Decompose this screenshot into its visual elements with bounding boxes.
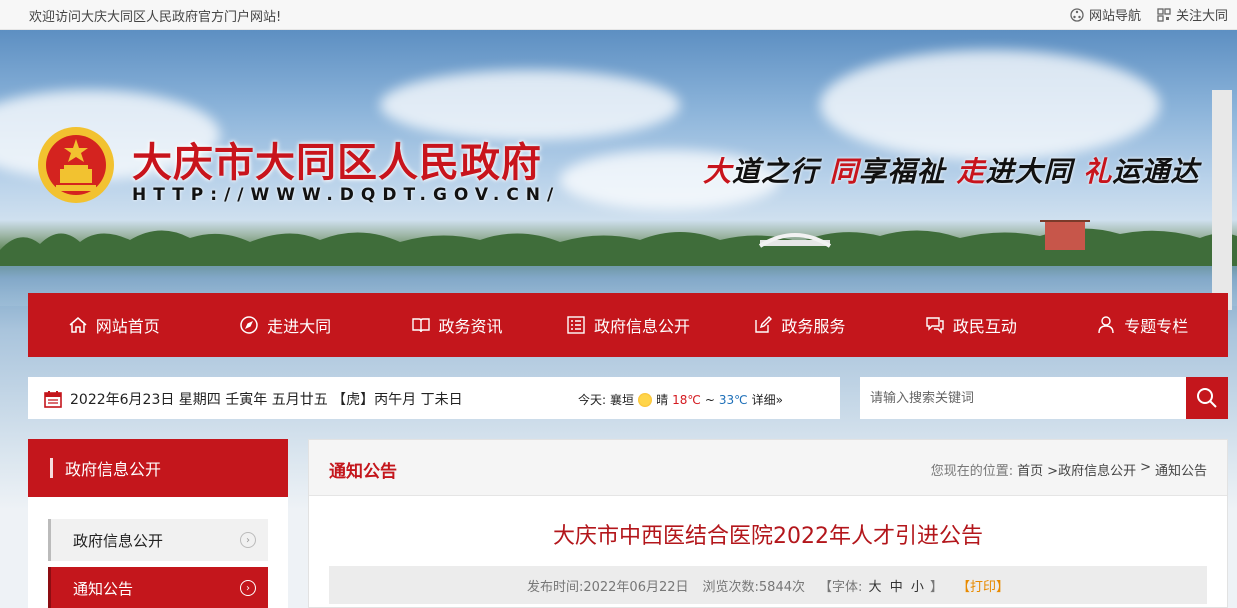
main-nav: 网站首页 走进大同 政务资讯 政府信息公开 政务服务 政民互动 专题专栏: [28, 293, 1228, 357]
font-size-medium[interactable]: 中: [890, 580, 903, 595]
sidebar: 政府信息公开 政府信息公开 › 通知公告 ›: [28, 439, 288, 608]
nav-services[interactable]: 政务服务: [714, 293, 885, 357]
search-input[interactable]: [860, 377, 1186, 419]
nav-news-label: 政务资讯: [438, 317, 503, 336]
date-weather-bar: 2022年6月23日 星期四 壬寅年 五月廿五 【虎】丙午月 丁未日 今天: 襄…: [28, 377, 840, 419]
site-url: HTTP://WWW.DQDT.GOV.CN/: [132, 185, 561, 205]
weather-label: 今天:: [578, 393, 607, 407]
national-emblem-icon: [38, 127, 114, 203]
font-size-small[interactable]: 小: [911, 580, 924, 595]
sunny-icon: [638, 392, 653, 407]
date-display: 2022年6月23日 星期四 壬寅年 五月廿五 【虎】丙午月 丁未日: [44, 389, 463, 409]
breadcrumb-notices[interactable]: 通知公告: [1155, 460, 1207, 479]
breadcrumb-home[interactable]: 首页: [1017, 460, 1043, 479]
print-button[interactable]: 【打印】: [957, 576, 1009, 595]
qrcode-icon: [1157, 7, 1171, 22]
nav-news[interactable]: 政务资讯: [371, 293, 542, 357]
publish-info: 发布时间:2022年06月22日: [527, 576, 689, 595]
chat-icon: [926, 317, 944, 334]
home-icon: [69, 317, 87, 333]
site-nav-label: 网站导航: [1088, 9, 1141, 24]
breadcrumb-info-disclosure[interactable]: >政府信息公开: [1047, 460, 1136, 479]
sidebar-item-label: 通知公告: [73, 579, 134, 598]
compass-icon: [240, 316, 258, 334]
breadcrumb-separator: >: [1140, 460, 1151, 475]
treeline-scenery: [0, 220, 1237, 268]
content-header: 通知公告 您现在的位置: 首页 >政府信息公开 > 通知公告: [309, 440, 1227, 496]
publish-label: 发布时间:: [526, 579, 584, 595]
views-label: 浏览次数:: [702, 579, 759, 595]
welcome-text: 欢迎访问大庆大同区人民政府官方门户网站!: [29, 10, 282, 25]
font-label-close: 】: [930, 579, 944, 595]
breadcrumb: 您现在的位置: 首页 >政府信息公开 > 通知公告: [931, 460, 1207, 479]
chevron-right-icon: ›: [240, 532, 256, 548]
nav-services-label: 政务服务: [781, 317, 846, 336]
search-icon: [1197, 388, 1217, 408]
edit-icon: [755, 316, 773, 333]
slogan-rest: 道之行: [732, 155, 820, 188]
article-meta: 发布时间:2022年06月22日 浏览次数:5844次 【字体: 大 中 小 】…: [329, 566, 1207, 604]
nav-topics[interactable]: 专题专栏: [1057, 293, 1228, 357]
nav-interaction-label: 政民互动: [952, 317, 1017, 336]
book-icon: [411, 318, 430, 333]
font-label-open: 【字体:: [819, 579, 863, 595]
publish-date: 2022年06月22日: [583, 579, 689, 595]
temp-high: 33℃: [718, 392, 748, 407]
tower-scenery: [1212, 90, 1232, 310]
site-title: 大庆市大同区人民政府: [132, 140, 542, 186]
sidebar-item-notices[interactable]: 通知公告 ›: [48, 567, 268, 608]
top-links: 网站导航 关注大同: [1070, 5, 1228, 24]
search-box: [860, 377, 1228, 419]
search-button[interactable]: [1186, 377, 1228, 419]
font-size-control: 【字体: 大 中 小 】: [819, 576, 943, 595]
sidebar-header: 政府信息公开: [28, 439, 288, 497]
weather-condition: 晴: [656, 393, 669, 407]
sidebar-item-info-disclosure[interactable]: 政府信息公开 ›: [48, 519, 268, 561]
slogan-rest: 运通达: [1112, 155, 1200, 188]
chevron-right-icon: ›: [240, 580, 256, 596]
slogan-lead: 同: [829, 155, 859, 188]
calendar-icon: [44, 391, 62, 408]
nav-info-label: 政府信息公开: [593, 317, 690, 336]
weather-widget: 今天: 襄垣 晴 18℃ ~33℃ 详细»: [578, 391, 783, 408]
views-info: 浏览次数:5844次: [703, 576, 805, 595]
sidebar-item-label: 政府信息公开: [73, 531, 164, 550]
slogan-rest: 进大同: [985, 155, 1073, 188]
section-title: 通知公告: [329, 462, 397, 482]
views-count: 5844次: [758, 579, 805, 595]
nav-home[interactable]: 网站首页: [28, 293, 199, 357]
temp-low: 18℃: [672, 392, 701, 407]
weather-city: 襄垣: [610, 393, 635, 407]
weather-detail-link[interactable]: 详细»: [752, 391, 783, 408]
user-icon: [1098, 316, 1114, 334]
header-accent-bar: [50, 458, 53, 478]
nav-topics-label: 专题专栏: [1124, 317, 1189, 336]
article-title: 大庆市中西医结合医院2022年人才引进公告: [553, 524, 983, 549]
nav-about-label: 走进大同: [267, 317, 332, 336]
cloud-decoration: [820, 50, 1160, 160]
font-size-large[interactable]: 大: [869, 580, 882, 595]
breadcrumb-label: 您现在的位置:: [930, 464, 1014, 479]
sitemap-icon: [1070, 7, 1084, 22]
top-bar: 欢迎访问大庆大同区人民政府官方门户网站! 网站导航 关注大同: [0, 0, 1237, 30]
list-icon: [567, 316, 585, 334]
nav-about[interactable]: 走进大同: [199, 293, 370, 357]
main-content: 通知公告 您现在的位置: 首页 >政府信息公开 > 通知公告 大庆市中西医结合医…: [308, 439, 1228, 608]
temp-separator: ~: [704, 392, 715, 407]
sidebar-header-label: 政府信息公开: [65, 460, 162, 479]
slogan-rest: 享福祉: [858, 155, 946, 188]
slogan-lead: 走: [956, 155, 986, 188]
site-nav-link[interactable]: 网站导航: [1070, 5, 1141, 24]
slogan-lead: 大: [703, 155, 733, 188]
date-text: 2022年6月23日 星期四 壬寅年 五月廿五 【虎】丙午月 丁未日: [70, 392, 463, 408]
slogan: 大道之行 同享福祉 走进大同 礼运通达: [703, 150, 1199, 190]
follow-link[interactable]: 关注大同: [1157, 5, 1228, 24]
nav-interaction[interactable]: 政民互动: [885, 293, 1056, 357]
nav-home-label: 网站首页: [95, 317, 160, 336]
follow-label: 关注大同: [1175, 9, 1228, 24]
nav-info-disclosure[interactable]: 政府信息公开: [542, 293, 713, 357]
slogan-lead: 礼: [1083, 155, 1113, 188]
